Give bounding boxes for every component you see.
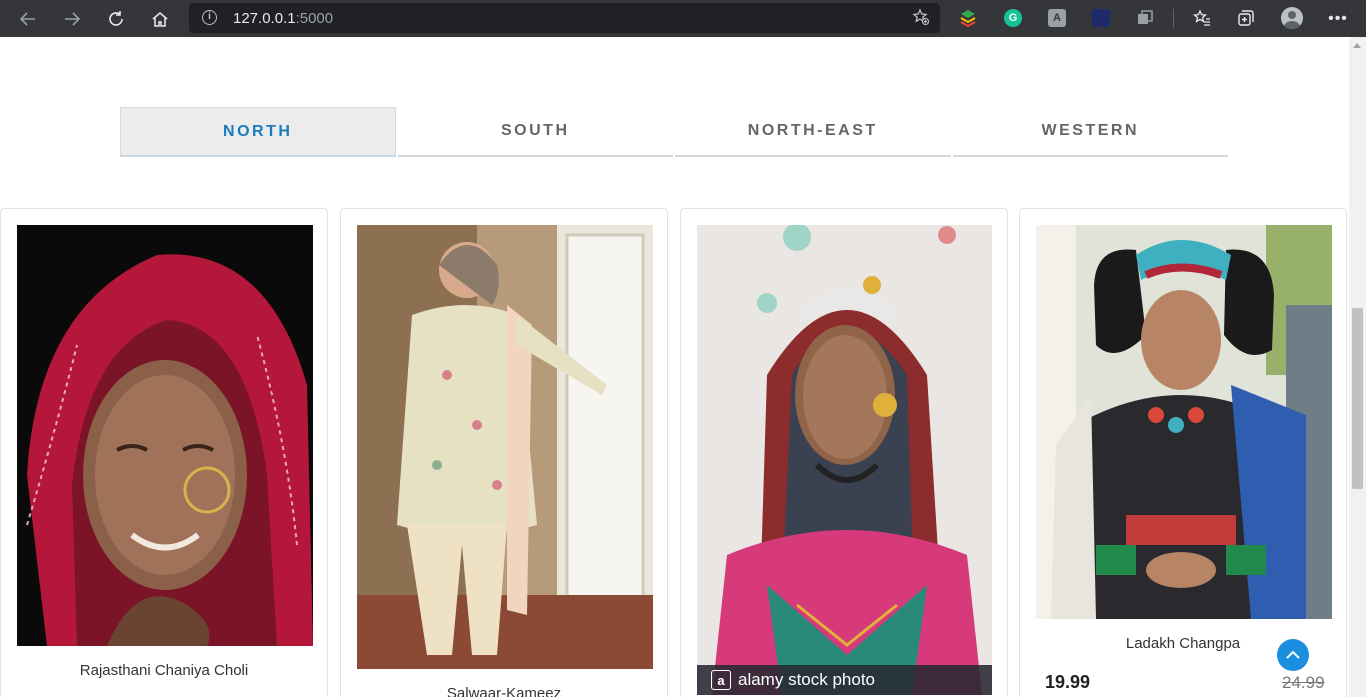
reload-icon[interactable]: [102, 5, 130, 33]
product-card[interactable]: Ladakh Changpa 19.99 24.99: [1019, 208, 1347, 697]
scroll-up-arrow-icon[interactable]: [1353, 43, 1361, 48]
chevron-up-icon: [1286, 650, 1300, 659]
product-card[interactable]: Rajasthani Chaniya Choli: [0, 208, 328, 697]
collections-icon[interactable]: [1237, 9, 1255, 27]
tab-north-east[interactable]: NORTH-EAST: [675, 107, 951, 157]
tab-south[interactable]: SOUTH: [397, 107, 673, 157]
url-text: 127.0.0.1:5000: [233, 10, 333, 27]
product-image[interactable]: [17, 225, 313, 646]
product-card[interactable]: Salwaar-Kameez: [340, 208, 668, 697]
add-favorite-icon[interactable]: [912, 8, 930, 31]
product-image[interactable]: [357, 225, 653, 669]
more-icon[interactable]: •••: [1324, 5, 1352, 33]
image-watermark: a alamy stock photo: [697, 665, 992, 695]
page-scrollbar[interactable]: [1349, 37, 1366, 697]
profile-icon[interactable]: [1281, 7, 1303, 29]
extension-icon[interactable]: [959, 9, 977, 27]
tab-western[interactable]: WESTERN: [952, 107, 1228, 157]
product-name[interactable]: Rajasthani Chaniya Choli: [1, 662, 327, 679]
alamy-logo-icon: a: [711, 670, 731, 690]
product-image[interactable]: [1036, 225, 1332, 619]
address-bar[interactable]: i 127.0.0.1:5000: [189, 3, 940, 33]
product-card[interactable]: a alamy stock photo: [680, 208, 1008, 697]
product-image[interactable]: a alamy stock photo: [697, 225, 992, 695]
product-name[interactable]: Salwaar-Kameez: [341, 685, 667, 697]
watermark-text: alamy stock photo: [738, 670, 876, 689]
browser-toolbar: i 127.0.0.1:5000 G A •••: [0, 0, 1366, 37]
site-info-icon[interactable]: i: [202, 10, 217, 25]
url-host: 127.0.0.1: [233, 10, 296, 27]
extension-icon[interactable]: [1136, 9, 1154, 27]
scrollbar-thumb[interactable]: [1352, 308, 1363, 489]
product-old-price: 24.99: [1282, 673, 1325, 692]
url-port: :5000: [295, 10, 334, 27]
region-tabs: NORTH SOUTH NORTH-EAST WESTERN: [120, 107, 1230, 159]
toolbar-divider: [1173, 9, 1174, 28]
grammarly-icon[interactable]: G: [1004, 9, 1022, 27]
page-content: NORTH SOUTH NORTH-EAST WESTERN Rajasthan…: [0, 37, 1349, 697]
extension-icon[interactable]: [1092, 9, 1110, 27]
favorites-icon[interactable]: [1193, 9, 1211, 27]
home-icon[interactable]: [146, 5, 174, 33]
scroll-to-top-button[interactable]: [1277, 639, 1309, 671]
back-icon[interactable]: [14, 5, 42, 33]
product-price: 19.99: [1045, 672, 1091, 692]
extension-icon[interactable]: A: [1048, 9, 1066, 27]
tab-north[interactable]: NORTH: [120, 107, 396, 157]
forward-icon[interactable]: [58, 5, 86, 33]
